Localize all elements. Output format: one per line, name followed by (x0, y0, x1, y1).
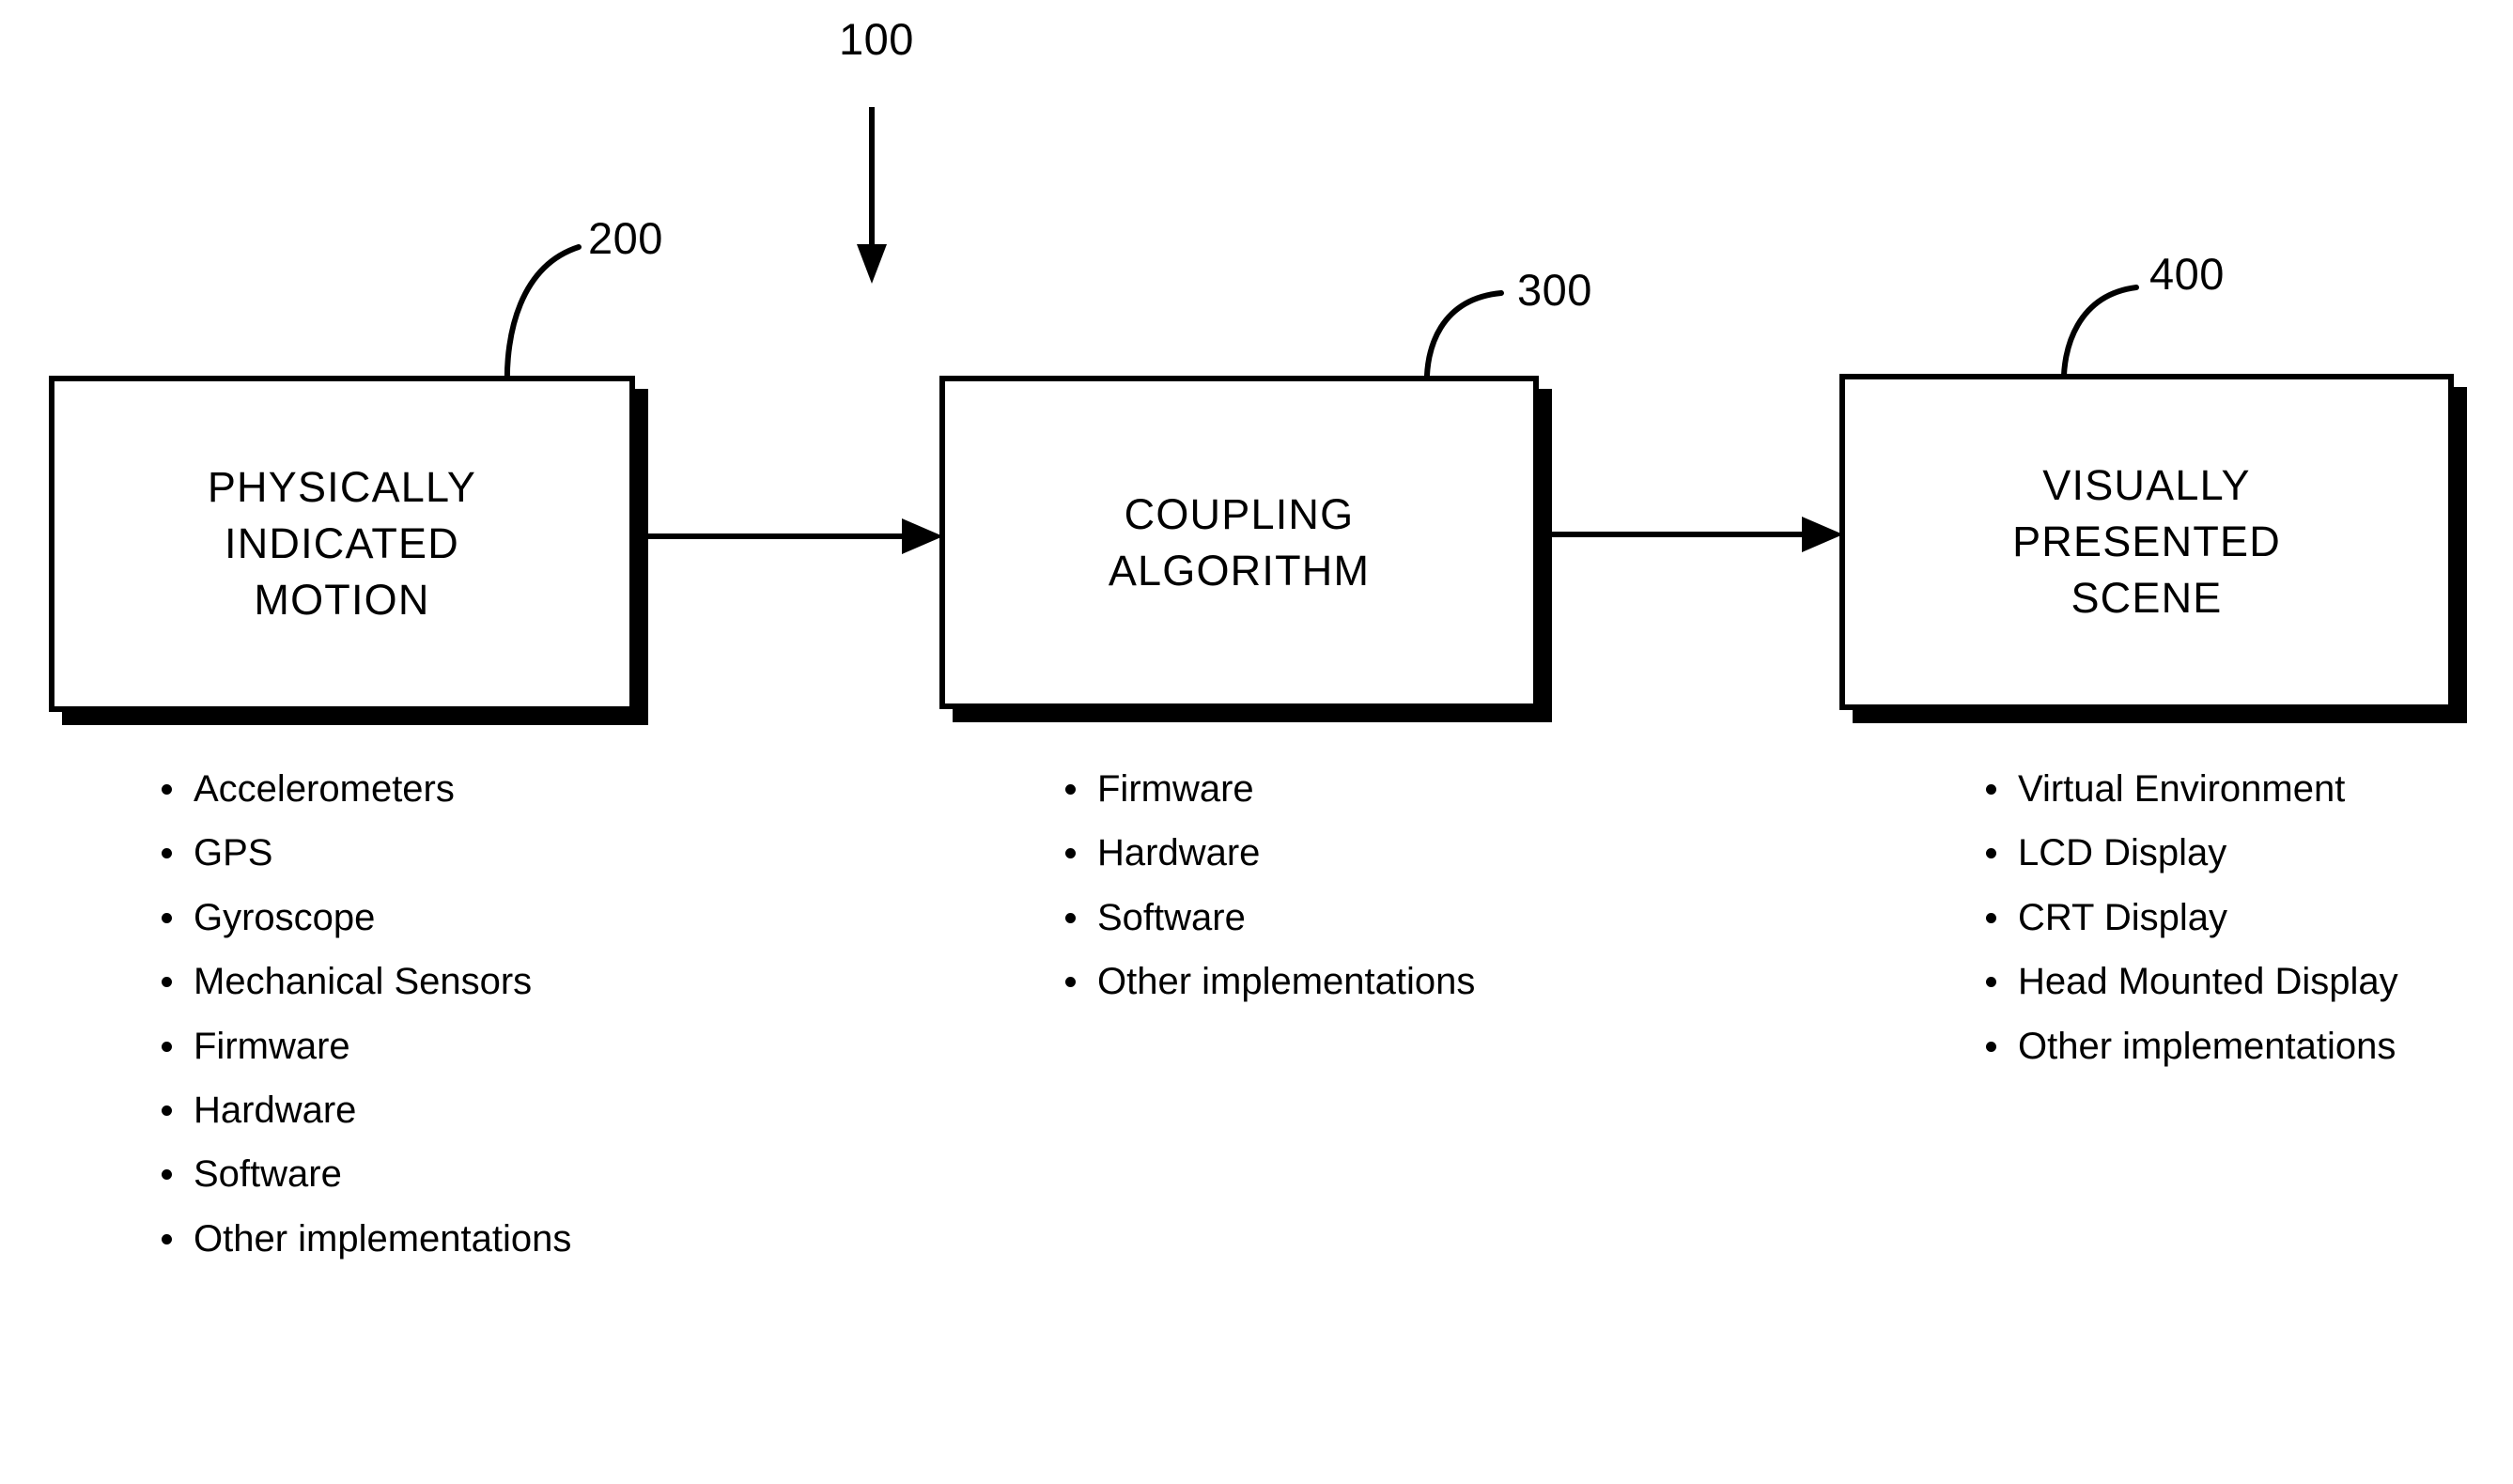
bullet-dot-icon (1986, 1041, 1996, 1052)
block-visually-presented-scene[interactable]: VISUALLY PRESENTED SCENE (1839, 374, 2454, 710)
list-item: Other implementations (1982, 1023, 2443, 1070)
bullet-list-coupling-algorithm: Firmware Hardware Software Other impleme… (1062, 765, 1503, 1023)
block-coupling-algorithm[interactable]: COUPLING ALGORITHM (939, 376, 1539, 709)
figure-canvas: 100 200 PHYSICALLY INDICATED MOTION Acce… (0, 0, 2513, 1484)
list-item: Hardware (1062, 829, 1503, 876)
bullet-dot-icon (1065, 848, 1076, 859)
bullet-dot-icon (162, 1105, 172, 1116)
list-item-label: Software (194, 1153, 342, 1196)
bullet-dot-icon (162, 1041, 172, 1052)
list-item-label: Accelerometers (194, 768, 455, 810)
bullet-dot-icon (162, 848, 172, 859)
block-title-visually-presented-scene: VISUALLY PRESENTED SCENE (2012, 461, 2281, 622)
bullet-dot-icon (162, 1169, 172, 1181)
bullet-dot-icon (1986, 912, 1996, 923)
block-title-coupling-algorithm: COUPLING ALGORITHM (1108, 489, 1371, 595)
list-item: Software (1062, 894, 1503, 941)
list-item: LCD Display (1982, 829, 2443, 876)
list-item-label: Hardware (194, 1089, 357, 1131)
reference-numeral-400: 400 (2149, 249, 2225, 299)
bullet-list-physically-indicated-motion: Accelerometers GPS Gyroscope Mechanical … (158, 765, 599, 1279)
list-item-label: GPS (194, 832, 273, 874)
bullet-dot-icon (1986, 784, 1996, 795)
list-item-label: Firmware (194, 1025, 350, 1067)
block-title-physically-indicated-motion: PHYSICALLY INDICATED MOTION (207, 463, 477, 624)
list-item: Software (158, 1151, 599, 1198)
list-item: Firmware (1062, 765, 1503, 812)
list-item-label: Firmware (1097, 768, 1254, 810)
list-item: Virtual Environment (1982, 765, 2443, 812)
list-item-label: Software (1097, 896, 1246, 938)
list-item: CRT Display (1982, 894, 2443, 941)
list-item-label: Other implementations (194, 1217, 572, 1260)
list-item: Gyroscope (158, 894, 599, 941)
bullet-dot-icon (1986, 977, 1996, 988)
leader-line-300 (1423, 290, 1504, 391)
bullet-dot-icon (162, 1233, 172, 1244)
bullet-dot-icon (162, 784, 172, 795)
bullet-dot-icon (162, 912, 172, 923)
list-item: Hardware (158, 1087, 599, 1134)
list-item-label: Gyroscope (194, 896, 376, 938)
leader-line-400 (2060, 285, 2139, 391)
list-item-label: Hardware (1097, 832, 1261, 874)
flow-arrow-coupling-to-scene (1539, 517, 1843, 552)
leader-line-200 (504, 244, 582, 391)
list-item: Accelerometers (158, 765, 599, 812)
list-item: Other implementations (1062, 958, 1503, 1005)
list-item: Firmware (158, 1023, 599, 1070)
list-item: Mechanical Sensors (158, 958, 599, 1005)
list-item-label: LCD Display (2018, 832, 2227, 874)
list-item: Head Mounted Display (1982, 958, 2443, 1005)
system-pointer-arrow (857, 107, 887, 284)
list-item-label: Virtual Environment (2018, 768, 2346, 810)
list-item: Other implementations (158, 1215, 599, 1262)
list-item-label: Other implementations (2018, 1025, 2397, 1067)
bullet-dot-icon (1986, 848, 1996, 859)
bullet-dot-icon (1065, 784, 1076, 795)
bullet-dot-icon (1065, 912, 1076, 923)
bullet-list-visually-presented-scene: Virtual Environment LCD Display CRT Disp… (1982, 765, 2443, 1087)
bullet-dot-icon (1065, 977, 1076, 988)
reference-numeral-100: 100 (839, 14, 914, 64)
list-item-label: Head Mounted Display (2018, 961, 2398, 1003)
flow-arrow-motion-to-coupling (635, 518, 943, 554)
list-item-label: CRT Display (2018, 896, 2228, 938)
bullet-dot-icon (162, 977, 172, 988)
reference-numeral-300: 300 (1517, 265, 1592, 315)
list-item-label: Other implementations (1097, 961, 1476, 1003)
list-item-label: Mechanical Sensors (194, 961, 533, 1003)
block-physically-indicated-motion[interactable]: PHYSICALLY INDICATED MOTION (49, 376, 635, 712)
list-item: GPS (158, 829, 599, 876)
